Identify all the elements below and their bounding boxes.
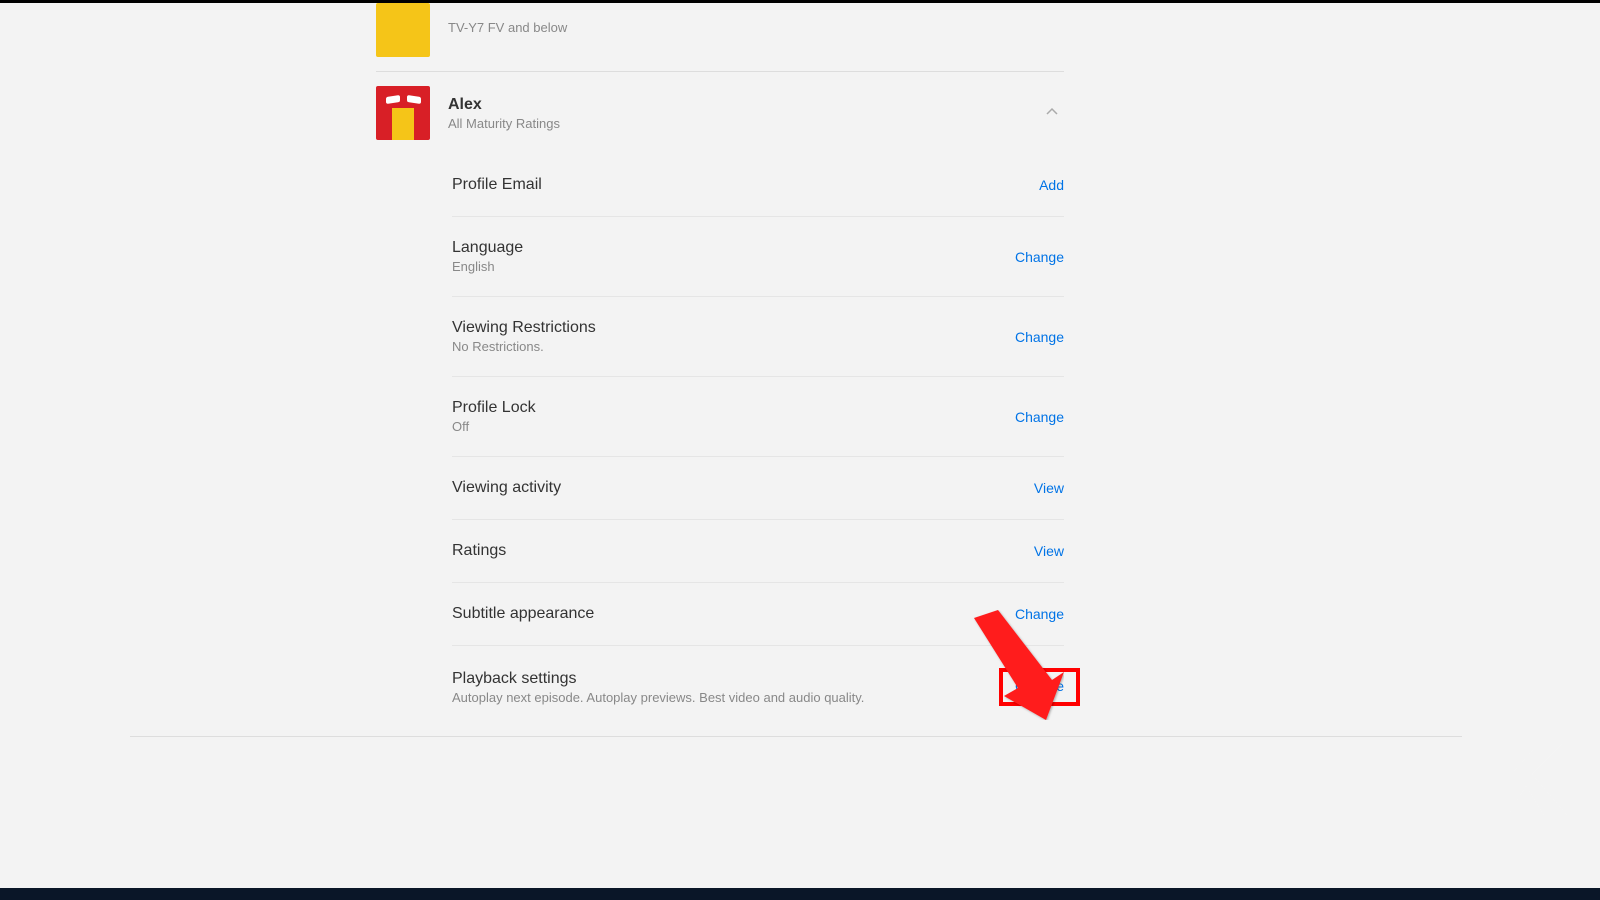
setting-viewing-activity: Viewing activity View [452, 456, 1064, 519]
profile-row-expanded[interactable]: Alex All Maturity Ratings [376, 72, 1064, 154]
setting-title: Language [452, 239, 1015, 257]
profile-maturity-label: All Maturity Ratings [448, 116, 1044, 131]
change-link[interactable]: Change [1015, 678, 1064, 694]
add-link[interactable]: Add [1039, 177, 1064, 193]
change-link[interactable]: Change [1015, 606, 1064, 622]
setting-sub: Autoplay next episode. Autoplay previews… [452, 690, 999, 705]
setting-ratings: Ratings View [452, 519, 1064, 582]
profile-maturity-label: TV-Y7 FV and below [448, 21, 567, 34]
setting-title: Ratings [452, 542, 1034, 560]
change-link[interactable]: Change [1015, 329, 1064, 345]
avatar [376, 3, 430, 57]
settings-list: Profile Email Add Language English Chang… [452, 154, 1064, 728]
bottom-bar [0, 888, 1600, 900]
setting-title: Subtitle appearance [452, 605, 1015, 623]
profile-name: Alex [448, 96, 1044, 114]
setting-title: Playback settings [452, 670, 999, 688]
setting-title: Viewing activity [452, 479, 1034, 497]
highlight-box: Change [999, 668, 1080, 706]
setting-title: Profile Lock [452, 399, 1015, 417]
view-link[interactable]: View [1034, 480, 1064, 496]
divider [130, 736, 1462, 737]
change-link[interactable]: Change [1015, 249, 1064, 265]
setting-subtitle-appearance: Subtitle appearance Change [452, 582, 1064, 645]
profile-settings-container: TV-Y7 FV and below Alex All Maturity Rat… [376, 3, 1064, 737]
setting-profile-lock: Profile Lock Off Change [452, 376, 1064, 456]
setting-title: Profile Email [452, 176, 1039, 194]
setting-playback-settings: Playback settings Autoplay next episode.… [452, 645, 1064, 728]
setting-sub: No Restrictions. [452, 339, 1015, 354]
profile-info: Alex All Maturity Ratings [448, 96, 1044, 131]
view-link[interactable]: View [1034, 543, 1064, 559]
setting-profile-email: Profile Email Add [452, 154, 1064, 216]
setting-language: Language English Change [452, 216, 1064, 296]
setting-sub: Off [452, 419, 1015, 434]
setting-viewing-restrictions: Viewing Restrictions No Restrictions. Ch… [452, 296, 1064, 376]
setting-title: Viewing Restrictions [452, 319, 1015, 337]
watermark-icon [1460, 720, 1580, 840]
avatar [376, 86, 430, 140]
change-link[interactable]: Change [1015, 409, 1064, 425]
chevron-up-icon[interactable] [1044, 104, 1064, 123]
setting-sub: English [452, 259, 1015, 274]
profile-row-collapsed[interactable]: TV-Y7 FV and below [376, 3, 1064, 72]
